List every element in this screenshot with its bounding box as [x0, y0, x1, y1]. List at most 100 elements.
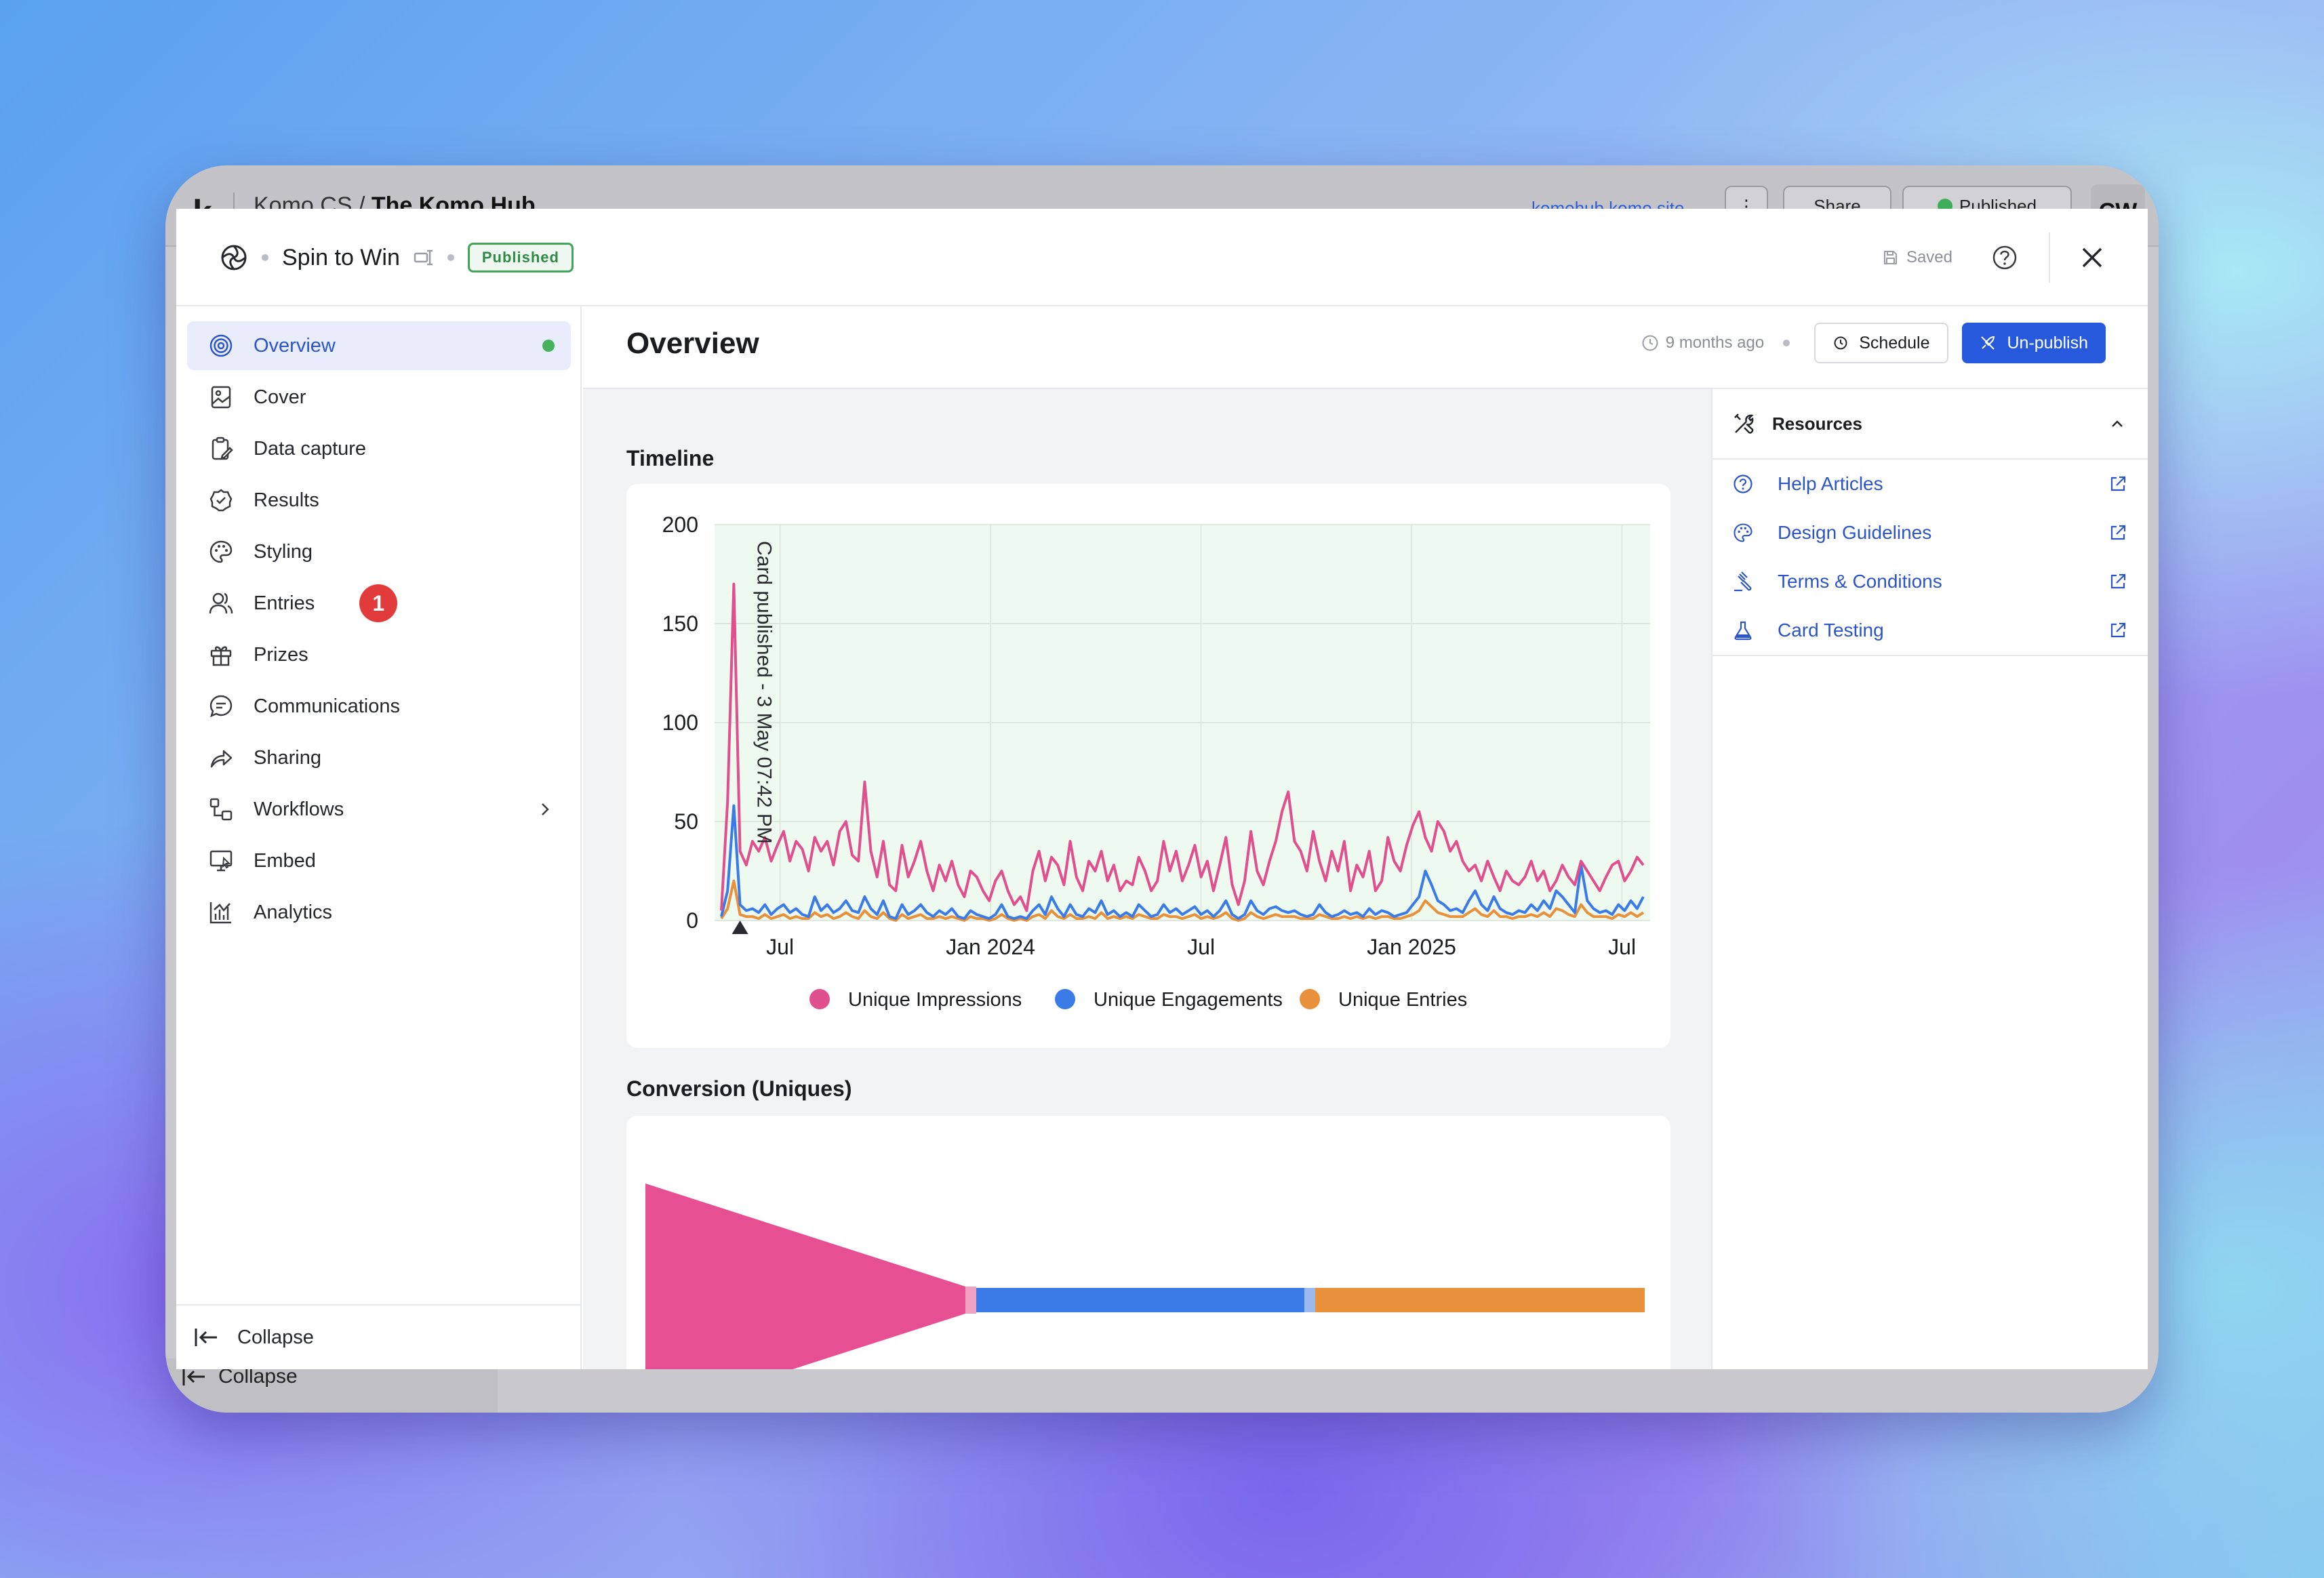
unpublish-button[interactable]: Un-publish: [1962, 323, 2106, 363]
rename-icon[interactable]: [414, 249, 434, 266]
device-frame: k Komo CS / The Komo Hub komohub.komo.si…: [165, 165, 2159, 1413]
resources-panel: Resources Help Articles Design Guideline…: [1711, 389, 2148, 1369]
conversion-title: Conversion (Uniques): [626, 1076, 852, 1101]
saved-indicator: Saved: [1882, 248, 1952, 267]
spinner-wheel-icon: [221, 245, 247, 270]
sidebar-item-cover[interactable]: Cover: [187, 373, 571, 422]
close-icon[interactable]: [2080, 245, 2104, 270]
resources-header[interactable]: Resources: [1712, 389, 2148, 460]
sidebar-item-data-capture[interactable]: Data capture: [187, 424, 571, 473]
collapse-icon: [182, 1368, 205, 1385]
analytics-icon: [209, 902, 231, 924]
resource-terms-conditions[interactable]: Terms & Conditions: [1733, 557, 2127, 606]
resource-card-testing[interactable]: Card Testing: [1733, 606, 2127, 655]
share-icon: [210, 750, 233, 768]
sidebar-item-embed[interactable]: Embed: [187, 836, 571, 885]
funnel-impressions-stage: [645, 1184, 965, 1369]
y-tick-label: 200: [662, 512, 698, 537]
y-tick-label: 0: [686, 908, 698, 933]
conversion-funnel-chart: [645, 1184, 1645, 1369]
unpublish-label: Un-publish: [2007, 333, 2088, 352]
collapse-label: Collapse: [237, 1326, 314, 1348]
funnel-engagements-stage: [976, 1288, 1304, 1312]
flask-icon: [1734, 621, 1752, 641]
y-tick-label: 100: [662, 710, 698, 735]
legend-marker: [809, 989, 830, 1009]
unpublish-icon: [1981, 336, 1995, 350]
modal-header: Spin to Win Published Saved: [176, 209, 2148, 306]
sidebar-item-label: Prizes: [254, 643, 308, 666]
schedule-button[interactable]: Schedule: [1814, 323, 1949, 363]
publish-marker: [732, 920, 748, 934]
card-title[interactable]: Spin to Win: [282, 245, 400, 271]
overview-content: Timeline 0 50 100 150 200 Jul Jan 2024 Jul Jan 2…: [583, 389, 1711, 1369]
separator-dot: [262, 254, 268, 261]
resource-label: Help Articles: [1778, 473, 1883, 494]
x-tick-label: Jan 2024: [946, 935, 1035, 959]
main-panel: Overview 9 months ago Schedule Un-publis…: [583, 306, 2148, 1369]
legend-label: Unique Impressions: [848, 989, 1022, 1011]
users-icon: [209, 592, 233, 614]
sidebar-item-label: Entries: [254, 592, 315, 614]
monitor-icon: [209, 850, 233, 872]
help-icon[interactable]: [1992, 245, 2018, 270]
x-tick-label: Jul: [766, 935, 794, 959]
collapse-icon: [195, 1329, 217, 1346]
sidebar-item-workflows[interactable]: Workflows: [187, 785, 571, 834]
sidebar-item-results[interactable]: Results: [187, 476, 571, 525]
time-ago-label: 9 months ago: [1665, 333, 1765, 352]
sidebar-item-entries[interactable]: Entries 1: [187, 579, 571, 628]
publish-annotation: Card published - 3 May 07:42 PM: [753, 541, 776, 844]
chevron-up-icon[interactable]: [2110, 418, 2125, 429]
saved-label: Saved: [1906, 248, 1952, 266]
status-dot: [542, 340, 555, 352]
resource-design-guidelines[interactable]: Design Guidelines: [1733, 508, 2127, 557]
sidebar-item-styling[interactable]: Styling: [187, 527, 571, 576]
legend-marker: [1300, 989, 1320, 1009]
palette-icon: [1734, 523, 1752, 542]
header-divider: [2049, 232, 2050, 283]
resource-help-articles[interactable]: Help Articles: [1733, 460, 2127, 508]
external-link-icon: [2110, 573, 2126, 589]
sidebar-item-label: Cover: [254, 386, 306, 408]
x-tick-label: Jul: [1187, 935, 1215, 959]
legend-label: Unique Engagements: [1094, 989, 1283, 1011]
gift-icon: [210, 646, 232, 666]
resource-label: Terms & Conditions: [1778, 571, 1942, 592]
resources-list: Help Articles Design Guidelines Terms & …: [1712, 460, 2148, 656]
page-title: Overview: [626, 327, 759, 360]
entries-count-badge: 1: [359, 584, 398, 622]
gavel-icon: [1734, 571, 1752, 592]
editor-sidebar: Overview Cover Data capture Results Styl…: [176, 306, 582, 1369]
card-editor-modal: Spin to Win Published Saved Overview Cov…: [176, 209, 2148, 1369]
x-tick-label: Jul: [1608, 935, 1636, 959]
collapse-button[interactable]: Collapse: [176, 1304, 580, 1369]
sidebar-item-label: Data capture: [254, 437, 367, 460]
sidebar-item-prizes[interactable]: Prizes: [187, 630, 571, 679]
sidebar-item-label: Sharing: [254, 746, 321, 769]
funnel-entries-stage: [1315, 1288, 1645, 1312]
chevron-right-icon[interactable]: [538, 801, 552, 817]
target-icon: [209, 334, 233, 357]
sidebar-item-label: Styling: [254, 540, 313, 563]
y-tick-label: 50: [674, 809, 698, 834]
separator-dot: [1783, 340, 1790, 346]
external-link-icon: [2110, 622, 2126, 638]
resource-label: Card Testing: [1778, 620, 1884, 641]
sidebar-item-sharing[interactable]: Sharing: [187, 733, 571, 782]
sidebar-item-analytics[interactable]: Analytics: [187, 888, 571, 937]
external-link-icon: [2110, 525, 2126, 540]
funnel-transition: [965, 1287, 976, 1314]
sidebar-item-communications[interactable]: Communications: [187, 682, 571, 731]
external-link-icon: [2110, 476, 2126, 491]
sidebar-item-overview[interactable]: Overview: [187, 321, 571, 370]
x-tick-label: Jan 2025: [1367, 935, 1456, 959]
y-tick-label: 150: [662, 611, 698, 636]
sidebar-item-label: Embed: [254, 849, 316, 872]
sidebar-item-label: Communications: [254, 695, 400, 717]
chat-icon: [209, 695, 233, 718]
timeline-title: Timeline: [626, 446, 715, 470]
sidebar-item-label: Overview: [254, 334, 336, 357]
workflow-icon: [209, 798, 233, 821]
help-circle-icon: [1734, 474, 1752, 493]
